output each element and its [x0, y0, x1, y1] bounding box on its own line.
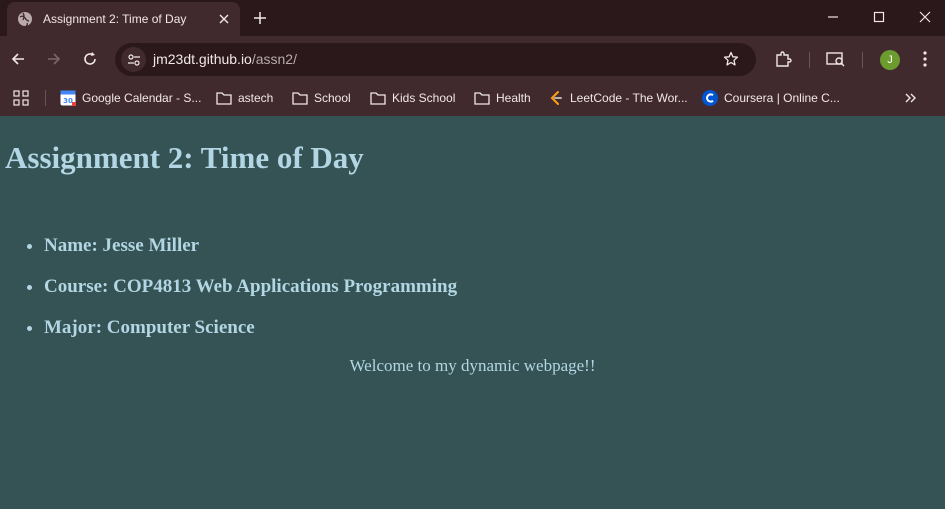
site-settings-icon[interactable]: [121, 47, 146, 72]
menu-kebab-icon[interactable]: [913, 47, 937, 71]
globe-icon: [17, 11, 33, 27]
profile-avatar[interactable]: J: [880, 50, 900, 70]
bookmark-leetcode[interactable]: LeetCode - The Wor...: [548, 89, 688, 107]
tab-title: Assignment 2: Time of Day: [43, 12, 187, 26]
url-host: jm23dt.github.io: [153, 51, 252, 67]
welcome-message: Welcome to my dynamic webpage!!: [349, 356, 596, 375]
bookmark-label: Google Calendar - S...: [82, 91, 202, 105]
back-icon[interactable]: [6, 47, 30, 71]
active-tab[interactable]: Assignment 2: Time of Day: [7, 2, 240, 36]
reload-icon[interactable]: [78, 47, 102, 71]
close-tab-icon[interactable]: [216, 11, 232, 27]
bookmark-star-icon[interactable]: [721, 49, 741, 69]
bookmark-coursera[interactable]: Coursera | Online C...: [702, 89, 840, 107]
leetcode-icon: [548, 90, 564, 106]
bookmark-folder-astech[interactable]: astech: [216, 89, 273, 107]
bookmarks-bar: 30 Google Calendar - S... astech School …: [0, 81, 945, 116]
tab-search-icon[interactable]: [824, 47, 848, 71]
bookmark-label: astech: [238, 91, 274, 105]
bookmark-label: School: [314, 91, 351, 105]
bookmark-label: LeetCode - The Wor...: [570, 91, 688, 105]
minimize-icon[interactable]: [810, 0, 856, 34]
url-path: /assn2/: [251, 51, 297, 67]
page-content: Assignment 2: Time of Day Name: Jesse Mi…: [0, 116, 945, 509]
browser-toolbar: jm23dt.github.io/assn2/ J: [0, 36, 945, 81]
bookmark-label: Kids School: [392, 91, 456, 105]
list-item: Course: COP4813 Web Applications Program…: [44, 275, 457, 316]
coursera-icon: [702, 90, 718, 106]
address-bar[interactable]: jm23dt.github.io/assn2/: [115, 43, 756, 76]
extensions-icon[interactable]: [771, 47, 795, 71]
folder-icon: [370, 90, 386, 106]
folder-icon: [216, 90, 232, 106]
new-tab-icon[interactable]: [249, 7, 271, 29]
bookmark-folder-health[interactable]: Health: [474, 89, 531, 107]
svg-text:30: 30: [63, 97, 73, 105]
toolbar-divider: [809, 52, 810, 68]
url-text[interactable]: jm23dt.github.io/assn2/: [153, 51, 297, 67]
bookmark-folder-kids-school[interactable]: Kids School: [370, 89, 455, 107]
apps-grid-icon[interactable]: [13, 89, 29, 107]
info-list: Name: Jesse Miller Course: COP4813 Web A…: [44, 234, 457, 357]
toolbar-divider: [862, 52, 863, 68]
page-title: Assignment 2: Time of Day: [5, 140, 364, 175]
tab-strip: Assignment 2: Time of Day: [0, 0, 945, 36]
bookmark-google-calendar[interactable]: 30 Google Calendar - S...: [60, 89, 201, 107]
list-item: Name: Jesse Miller: [44, 234, 457, 275]
bookmarks-divider: [45, 90, 46, 106]
maximize-icon[interactable]: [856, 0, 902, 34]
list-item: Major: Computer Science: [44, 316, 457, 357]
close-window-icon[interactable]: [902, 0, 945, 34]
more-bookmarks-icon[interactable]: [904, 89, 918, 107]
google-calendar-icon: 30: [60, 90, 76, 106]
forward-icon[interactable]: [42, 47, 66, 71]
folder-icon: [474, 90, 490, 106]
bookmark-label: Health: [496, 91, 531, 105]
folder-icon: [292, 90, 308, 106]
bookmark-label: Coursera | Online C...: [724, 91, 840, 105]
bookmark-folder-school[interactable]: School: [292, 89, 351, 107]
